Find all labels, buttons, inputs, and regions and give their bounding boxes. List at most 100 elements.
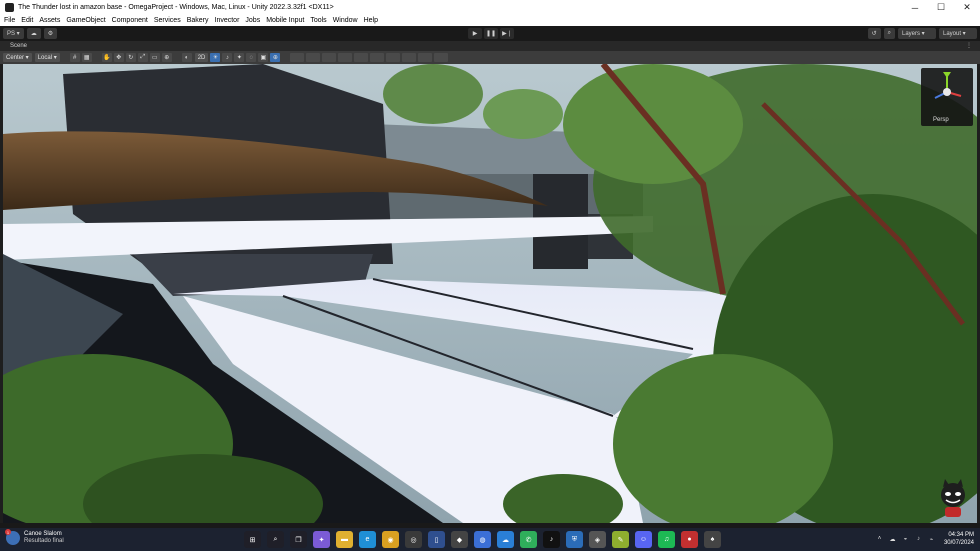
move-tool-icon[interactable]: ✥ <box>113 53 124 62</box>
news-widget-icon: 1 <box>5 529 20 545</box>
playback-controls: ▶ ❚❚ ▶❘ <box>466 28 514 39</box>
cloud-icon[interactable]: ☁ <box>26 28 41 39</box>
menu-file[interactable]: File <box>4 17 15 24</box>
notes-icon[interactable]: ✎ <box>612 531 629 548</box>
copilot-icon[interactable]: ✦ <box>313 531 330 548</box>
unity-logo-icon <box>5 3 14 12</box>
lighting-toggle-icon[interactable]: ☀ <box>210 53 221 62</box>
pivot-dropdown[interactable]: Center ▾ <box>3 53 32 62</box>
tray-overflow-icon[interactable]: ˄ <box>875 535 884 544</box>
layers-dropdown[interactable]: Layers ▾ <box>898 28 936 39</box>
mascot-icon <box>935 479 971 519</box>
search-icon[interactable]: ⌕ <box>267 531 284 548</box>
collab-icon[interactable]: ⚙ <box>43 28 58 39</box>
onedrive-icon[interactable]: ☁ <box>497 531 514 548</box>
account-dropdown[interactable]: PS ▾ <box>3 28 24 39</box>
task-view-icon[interactable]: ❐ <box>290 531 307 548</box>
news-widget-title: Canoe Slalom <box>24 531 62 537</box>
overlay-slot-icon[interactable] <box>386 53 401 62</box>
shading-mode-icon[interactable]: ◐ <box>181 53 192 62</box>
overlay-slot-icon[interactable] <box>306 53 321 62</box>
game-icon[interactable]: ♠ <box>704 531 721 548</box>
overlay-slot-icon[interactable] <box>370 53 385 62</box>
menu-window[interactable]: Window <box>333 17 358 24</box>
security-icon[interactable]: ⛨ <box>566 531 583 548</box>
projection-label[interactable]: Persp <box>933 117 949 123</box>
edge-icon[interactable]: e <box>359 531 376 548</box>
unity-icon[interactable]: ◈ <box>589 531 606 548</box>
file-explorer-icon[interactable]: ▬ <box>336 531 353 548</box>
menu-component[interactable]: Component <box>112 17 148 24</box>
whatsapp-icon[interactable]: ✆ <box>520 531 537 548</box>
menu-mobile-input[interactable]: Mobile Input <box>266 17 304 24</box>
overlay-slot-icon[interactable] <box>354 53 369 62</box>
history-icon[interactable]: ↺ <box>867 28 881 39</box>
vpn-icon[interactable]: ◍ <box>474 531 491 548</box>
menu-tools[interactable]: Tools <box>310 17 326 24</box>
system-tray: ˄ ☁ ◒ ♪ ⌁ 04:34 PM 30/07/2024 <box>871 531 974 547</box>
menu-services[interactable]: Services <box>154 17 181 24</box>
scene-render <box>3 64 977 523</box>
tab-scene[interactable]: Scene <box>10 43 27 49</box>
space-dropdown[interactable]: Local ▾ <box>34 53 60 62</box>
menu-jobs[interactable]: Jobs <box>245 17 260 24</box>
tiktok-icon[interactable]: ♪ <box>543 531 560 548</box>
menu-bar: File Edit Assets GameObject Component Se… <box>0 15 980 26</box>
gizmos-toggle-icon[interactable]: ⊕ <box>270 53 281 62</box>
orientation-gizmo[interactable]: Persp <box>921 68 973 126</box>
tab-menu-icon[interactable]: ⋮ <box>966 42 972 49</box>
grid-icon[interactable]: # <box>69 53 80 62</box>
tray-cloud-icon[interactable]: ☁ <box>888 535 897 544</box>
maximize-button[interactable]: ☐ <box>928 0 954 15</box>
scene-viewport[interactable]: Persp <box>3 64 977 523</box>
discord-icon[interactable]: ☺ <box>635 531 652 548</box>
overlay-slot-icon[interactable] <box>338 53 353 62</box>
overlay-slot-icon[interactable] <box>402 53 417 62</box>
hidden-objects-icon[interactable]: ◌ <box>246 53 257 62</box>
tray-volume-icon[interactable]: ♪ <box>914 535 923 544</box>
menu-invector[interactable]: Invector <box>215 17 240 24</box>
hand-tool-icon[interactable]: ✋ <box>101 53 112 62</box>
overlay-slot-icon[interactable] <box>290 53 305 62</box>
step-button[interactable]: ▶❘ <box>500 28 514 39</box>
transform-tool-icon[interactable]: ⊕ <box>161 53 172 62</box>
pause-button[interactable]: ❚❚ <box>484 28 498 39</box>
effects-toggle-icon[interactable]: ✦ <box>234 53 245 62</box>
menu-assets[interactable]: Assets <box>39 17 60 24</box>
menu-gameobject[interactable]: GameObject <box>66 17 105 24</box>
clock-time: 04:34 PM <box>948 532 974 538</box>
tray-network-icon[interactable]: ◒ <box>901 535 910 544</box>
play-button[interactable]: ▶ <box>468 28 482 39</box>
scene-toolbar: Center ▾ Local ▾ # ▦ ✋ ✥ ↻ ⤢ ▭ ⊕ ◐ 2D ☀ … <box>0 51 980 64</box>
snap-icon[interactable]: ▦ <box>81 53 92 62</box>
unity-hub-icon[interactable]: ◆ <box>451 531 468 548</box>
audio-toggle-icon[interactable]: ♪ <box>222 53 233 62</box>
layout-dropdown[interactable]: Layout ▾ <box>939 28 977 39</box>
menu-bakery[interactable]: Bakery <box>187 17 209 24</box>
rect-tool-icon[interactable]: ▭ <box>149 53 160 62</box>
close-button[interactable]: ✕ <box>954 0 980 15</box>
window-title: The Thunder lost in amazon base - OmegaP… <box>18 4 334 11</box>
window-title-bar: The Thunder lost in amazon base - OmegaP… <box>0 0 980 15</box>
camera-settings-icon[interactable]: ▣ <box>258 53 269 62</box>
overlay-slot-icon[interactable] <box>322 53 337 62</box>
minimize-button[interactable]: ─ <box>902 0 928 15</box>
menu-edit[interactable]: Edit <box>21 17 33 24</box>
rotate-tool-icon[interactable]: ↻ <box>125 53 136 62</box>
taskbar-clock[interactable]: 04:34 PM 30/07/2024 <box>944 531 974 547</box>
chrome-icon[interactable]: ◉ <box>382 531 399 548</box>
search-icon[interactable]: ⌕ <box>883 28 895 39</box>
scale-tool-icon[interactable]: ⤢ <box>137 53 148 62</box>
news-widget[interactable]: 1 Canoe Slalom Resultado final <box>5 529 64 545</box>
spotify-icon[interactable]: ♫ <box>658 531 675 548</box>
media-icon[interactable]: ● <box>681 531 698 548</box>
tablet-icon[interactable]: ▯ <box>428 531 445 548</box>
camera-icon[interactable]: ◎ <box>405 531 422 548</box>
overlay-slot-icon[interactable] <box>418 53 433 62</box>
toolbar-right: ↺ ⌕ Layers ▾ Layout ▾ <box>865 28 977 39</box>
menu-help[interactable]: Help <box>364 17 378 24</box>
view-2d-toggle[interactable]: 2D <box>194 53 209 62</box>
overlay-slot-icon[interactable] <box>434 53 449 62</box>
tray-power-icon[interactable]: ⌁ <box>927 535 936 544</box>
windows-start-icon[interactable]: ⊞ <box>244 531 261 548</box>
